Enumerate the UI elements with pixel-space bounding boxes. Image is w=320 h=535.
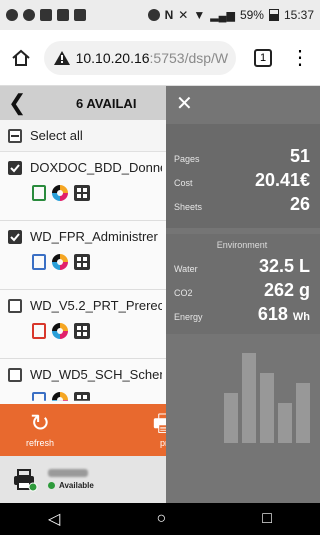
app-header: ❮ 6 AVAILAI — [0, 86, 170, 120]
shield-icon — [23, 9, 35, 21]
environment-summary: Environment Water 32.5 L CO2 262 g Energ… — [166, 234, 320, 334]
printer-icon — [14, 468, 38, 491]
clock: 15:37 — [283, 8, 314, 22]
document-name: WD_FPR_Administrer — [30, 229, 158, 244]
co2-value: 262 g — [263, 280, 310, 300]
cost-value: 20.41€ — [254, 170, 310, 190]
document-name: WD_WD5_SCH_Schen — [30, 367, 162, 382]
sheets-label: Sheets — [174, 202, 203, 212]
color-mode-icon — [52, 323, 68, 339]
status-bar: N ✕ ▼ ▂▄▆ 59% 15:37 — [0, 0, 320, 30]
list-item[interactable]: DOXDOC_BDD_Donne — [0, 152, 170, 221]
list-item[interactable]: WD_WD5_SCH_Schen — [0, 359, 170, 409]
url-path: :5753/dsp/W — [149, 49, 229, 66]
refresh-label: refresh — [25, 438, 54, 448]
water-value: 32.5 L — [258, 256, 310, 276]
back-nav-icon[interactable]: ◁ — [48, 509, 60, 529]
browser-toolbar: 10.10.20.16:5753/dsp/W 1 ⋮ — [0, 30, 320, 86]
tab-switcher-button[interactable]: 1 — [254, 48, 272, 67]
layout-icon — [74, 254, 90, 270]
select-all-label: Select all — [30, 128, 83, 143]
water-row: Water 32.5 L — [174, 256, 310, 280]
cost-row: Cost 20.41€ — [174, 170, 310, 194]
job-summary: Pages 51 Cost 20.41€ Sheets 26 — [166, 124, 320, 228]
color-mode-icon — [52, 185, 68, 201]
system-indicators: N ✕ ▼ ▂▄▆ 59% 15:37 — [147, 8, 314, 22]
pages-label: Pages — [174, 154, 200, 164]
cost-label: Cost — [174, 178, 193, 188]
page-title: 6 AVAILAI — [76, 95, 137, 111]
url-bar[interactable]: 10.10.20.16:5753/dsp/W — [43, 40, 237, 75]
system-navigation-bar: ◁ ○ □ — [0, 503, 320, 535]
nfc-icon: N — [164, 8, 174, 22]
notification-icons — [6, 9, 86, 21]
pages-value: 51 — [289, 146, 310, 166]
printer-name-redacted — [48, 469, 88, 477]
background-chart-icon — [224, 353, 310, 443]
data-saver-icon — [147, 9, 160, 21]
image-icon — [57, 9, 69, 21]
color-mode-icon — [52, 254, 68, 270]
summary-panel: ✕ Pages 51 Cost 20.41€ Sheets 26 Environ… — [166, 86, 320, 503]
water-label: Water — [174, 264, 198, 274]
refresh-button[interactable]: ↻ refresh — [0, 410, 80, 449]
close-icon[interactable]: ✕ — [166, 86, 320, 120]
layout-icon — [74, 185, 90, 201]
environment-title: Environment — [216, 240, 268, 250]
select-all-row[interactable]: Select all — [0, 120, 170, 152]
notification-icon — [6, 9, 18, 21]
home-nav-icon[interactable]: ○ — [156, 510, 166, 528]
url-host: 10.10.20.16 — [75, 49, 150, 66]
refresh-icon: ↻ — [29, 410, 51, 437]
home-button[interactable] — [10, 47, 32, 69]
list-item[interactable]: WD_V5.2_PRT_Prerec — [0, 290, 170, 359]
android-icon — [74, 9, 86, 21]
document-checkbox[interactable] — [8, 160, 22, 175]
energy-row: Energy 618 Wh — [174, 304, 310, 328]
document-name: WD_V5.2_PRT_Prerec — [30, 298, 162, 313]
signal-icon: ▂▄▆ — [210, 9, 235, 22]
recents-nav-icon[interactable]: □ — [262, 510, 272, 528]
energy-label: Energy — [174, 312, 203, 322]
co2-row: CO2 262 g — [174, 280, 310, 304]
layout-icon — [74, 323, 90, 339]
warning-icon — [53, 50, 70, 65]
status-dot — [48, 482, 55, 489]
battery-icon — [268, 9, 279, 21]
document-checkbox[interactable] — [8, 367, 22, 382]
pdf-file-icon — [32, 323, 46, 339]
document-checkbox[interactable] — [8, 298, 22, 313]
mute-icon: ✕ — [178, 8, 189, 22]
select-all-checkbox[interactable] — [8, 128, 22, 143]
home-icon — [12, 49, 30, 66]
word-file-icon — [32, 254, 46, 270]
sheets-value: 26 — [289, 194, 310, 214]
more-menu-icon[interactable]: ⋮ — [290, 48, 310, 68]
document-checkbox[interactable] — [8, 229, 22, 244]
excel-file-icon — [32, 185, 46, 201]
co2-label: CO2 — [174, 288, 193, 298]
wifi-icon: ▼ — [193, 8, 206, 22]
printer-status: Available — [48, 481, 94, 490]
printer-status-label: Available — [59, 481, 94, 490]
pages-row: Pages 51 — [174, 146, 310, 170]
sheets-row: Sheets 26 — [174, 194, 310, 218]
back-arrow-icon[interactable]: ❮ — [8, 90, 38, 116]
battery-percent: 59% — [239, 8, 264, 22]
usb-icon — [40, 9, 52, 21]
list-item[interactable]: WD_FPR_Administrer — [0, 221, 170, 290]
document-name: DOXDOC_BDD_Donne — [30, 160, 162, 175]
energy-value: 618 Wh — [257, 304, 310, 324]
